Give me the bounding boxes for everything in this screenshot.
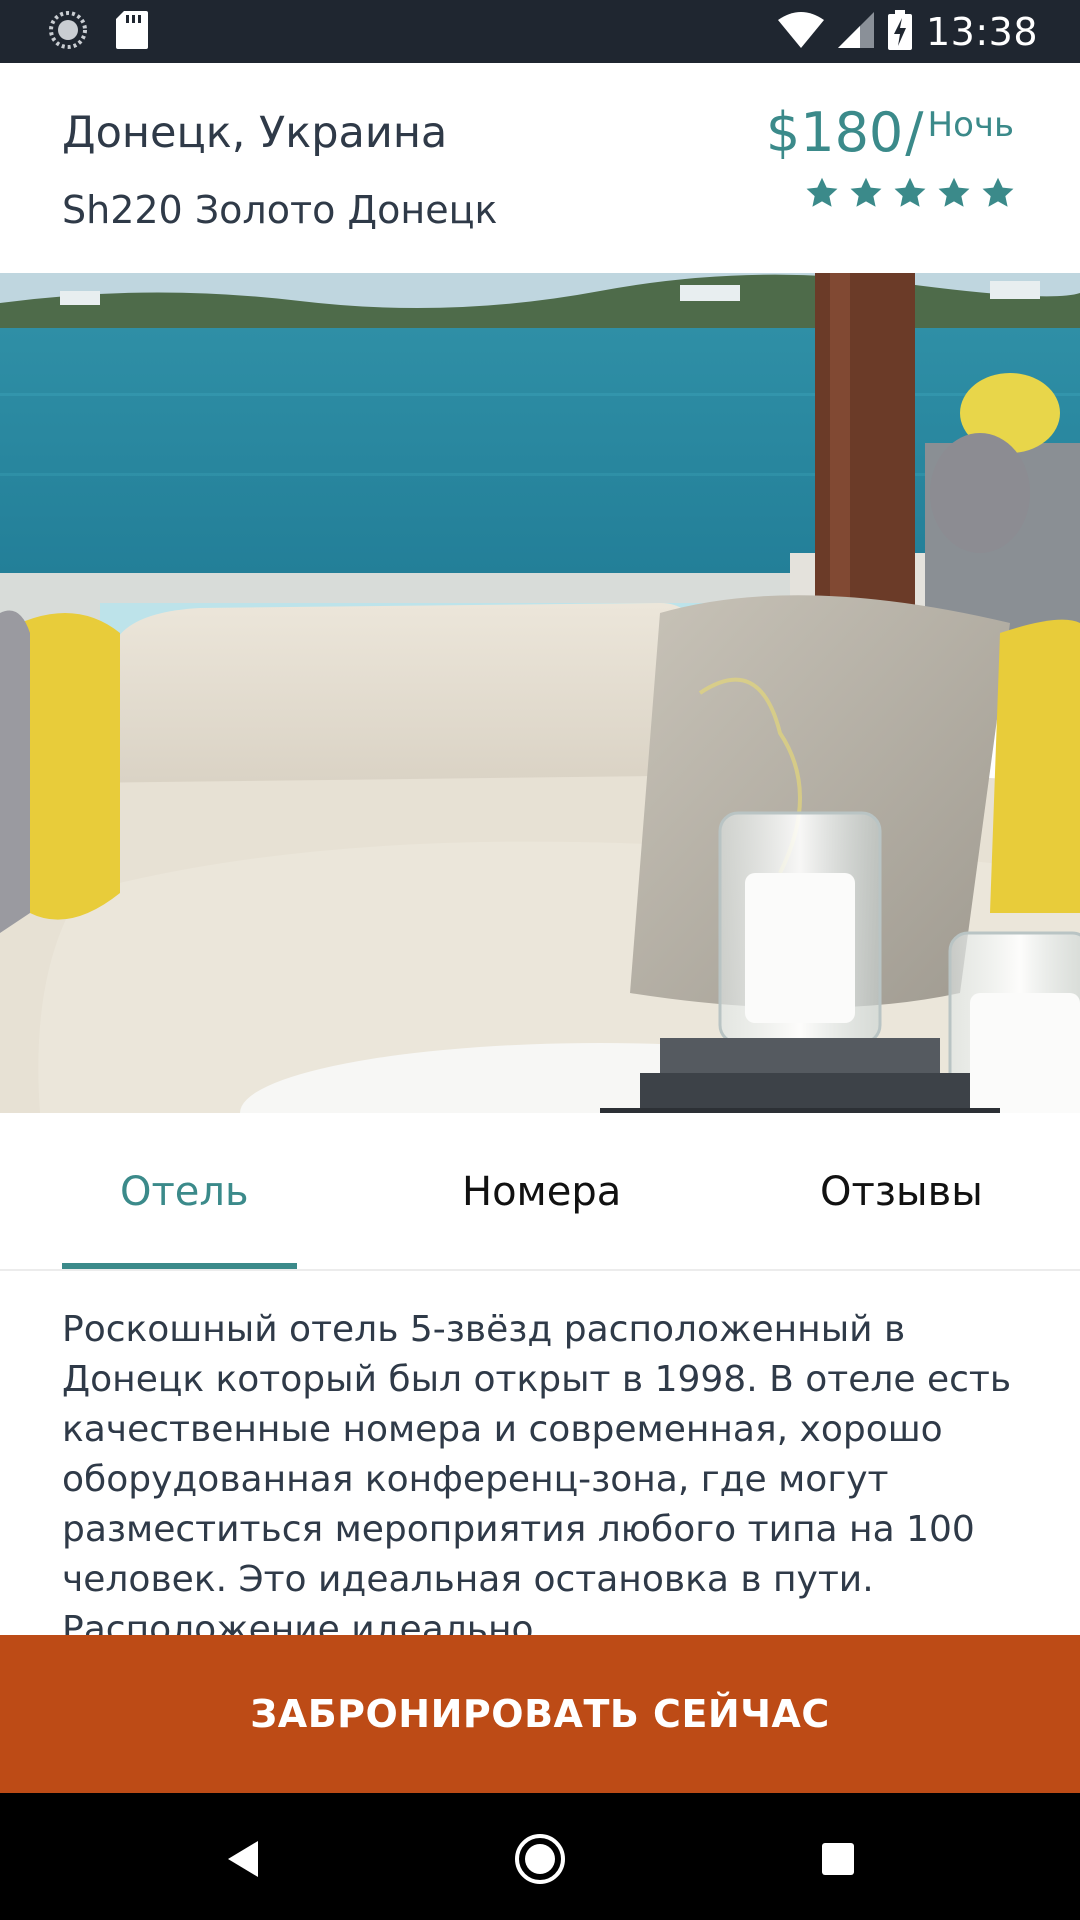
status-right-icons: 13:38	[777, 8, 1038, 56]
status-left-icons	[48, 10, 148, 54]
loading-icon	[48, 10, 88, 54]
tab-rooms[interactable]: Номера	[462, 1169, 621, 1215]
price-value: $180	[765, 101, 904, 164]
hotel-name: Sh220 Золото Донецк	[62, 188, 498, 232]
star-icon	[848, 175, 884, 211]
home-icon[interactable]	[510, 1829, 570, 1889]
star-rating	[804, 175, 1016, 211]
star-icon	[892, 175, 928, 211]
tab-hotel[interactable]: Отель	[120, 1169, 249, 1215]
tab-reviews[interactable]: Отзывы	[820, 1169, 983, 1215]
recents-icon[interactable]	[808, 1829, 868, 1889]
screen: 13:38 Донецк, Украина Sh220 Золото Донец…	[0, 0, 1080, 1920]
price-block: $180 / Ночь	[766, 103, 1014, 163]
city-location: Донецк, Украина	[62, 108, 448, 158]
battery-charging-icon	[887, 10, 912, 54]
navigation-bar	[0, 1793, 1080, 1920]
star-icon	[980, 175, 1016, 211]
hotel-description: Роскошный отель 5-звёзд расположенный в …	[62, 1309, 1012, 1635]
price-unit: Ночь	[927, 105, 1015, 145]
back-icon[interactable]	[212, 1829, 272, 1889]
star-icon	[804, 175, 840, 211]
status-time: 13:38	[925, 10, 1038, 54]
signal-icon	[837, 12, 874, 52]
price-separator: /	[905, 101, 924, 164]
active-tab-indicator	[62, 1263, 297, 1269]
sd-card-icon	[116, 11, 148, 53]
book-now-button[interactable]: ЗАБРОНИРОВАТЬ СЕЙЧАС	[0, 1635, 1080, 1793]
status-bar: 13:38	[0, 0, 1080, 63]
hotel-header: Донецк, Украина Sh220 Золото Донецк $180…	[0, 63, 1080, 273]
star-icon	[936, 175, 972, 211]
hotel-tabs: Отель Номера Отзывы	[0, 1113, 1080, 1271]
wifi-icon	[777, 12, 824, 52]
hotel-photo	[0, 273, 1080, 1113]
